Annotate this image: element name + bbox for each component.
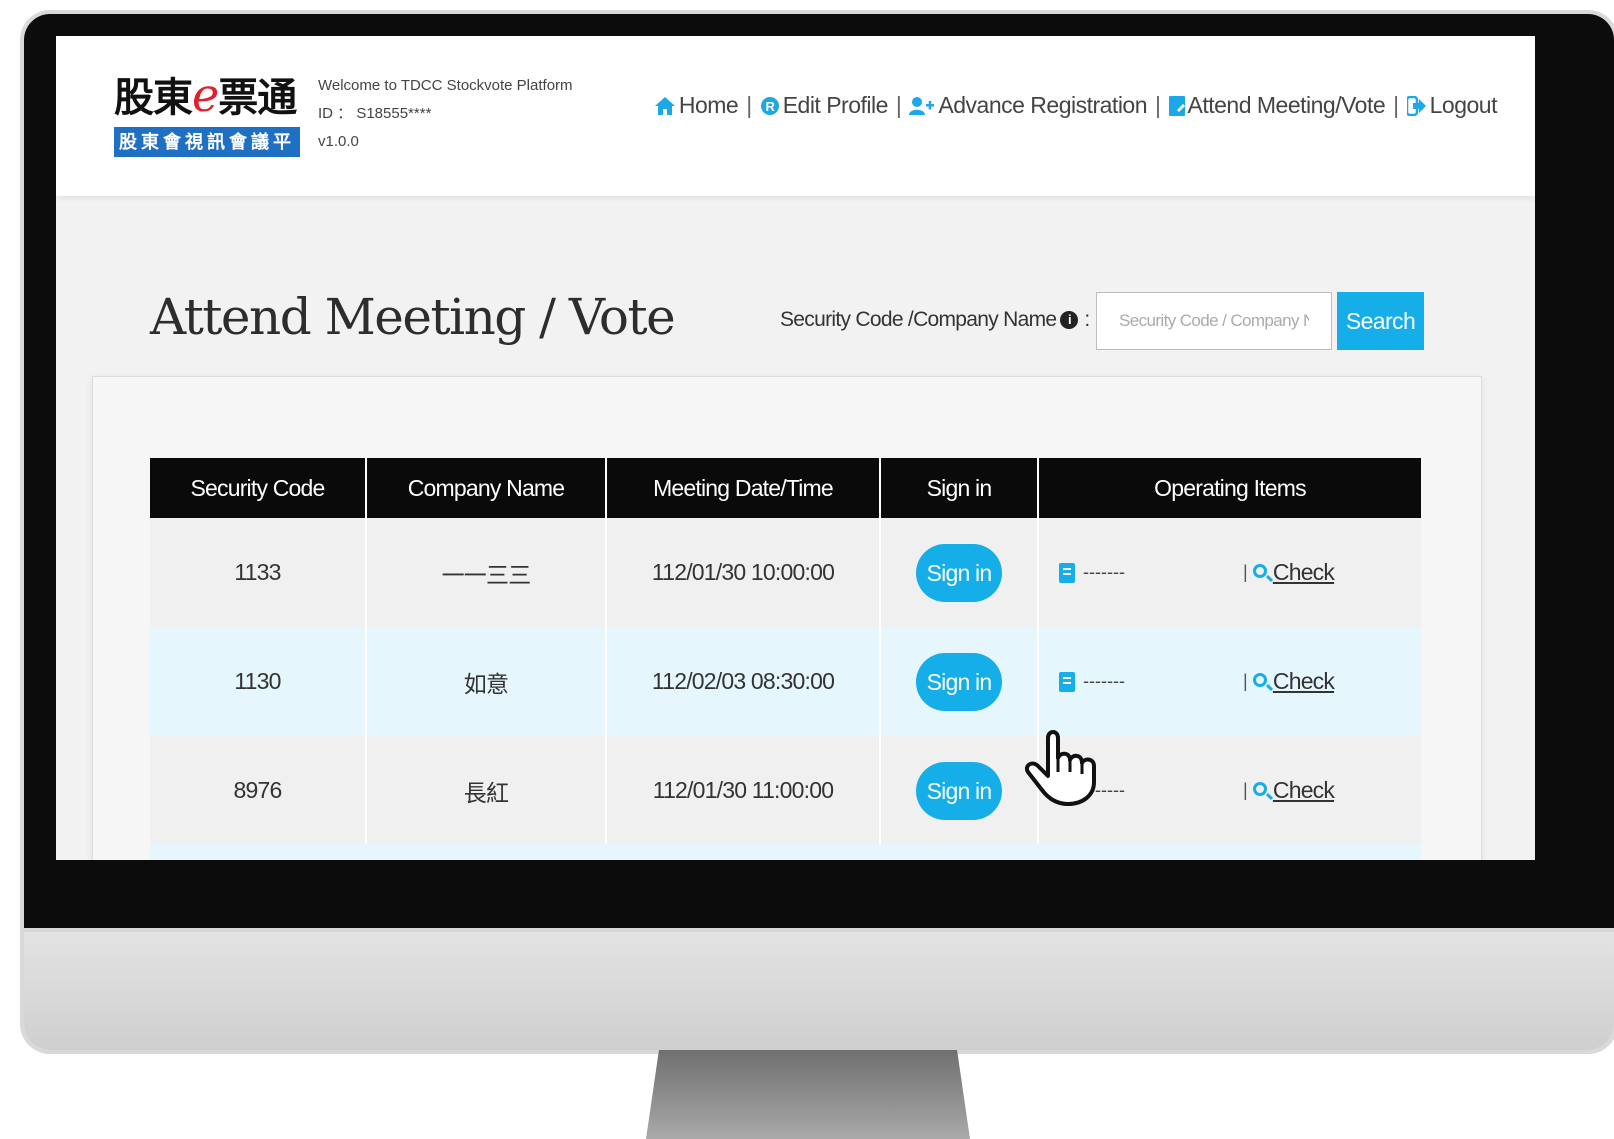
- site-header: 股東e票通 股東會視訊會議平台 Welcome to TDCC Stockvot…: [56, 36, 1535, 196]
- cell-company-name: 如意: [366, 627, 607, 736]
- svg-text:R: R: [765, 99, 775, 114]
- version: v1.0.0: [318, 133, 359, 150]
- logo-title: 股東e票通: [114, 68, 297, 122]
- header-security-code: Security Code: [150, 458, 367, 518]
- divider: |: [1243, 562, 1248, 582]
- table-row: 8976 長紅 112/01/30 11:00:00 Sign in -----…: [150, 736, 1421, 845]
- logout-icon: [1406, 95, 1426, 116]
- nav-logout-label: Logout: [1429, 92, 1498, 118]
- operating-items: ------- | Check: [1039, 668, 1421, 695]
- nav-edit-profile-label: Edit Profile: [782, 92, 889, 118]
- nav-home[interactable]: Home: [654, 92, 739, 119]
- sign-in-button[interactable]: Sign in: [916, 652, 1002, 711]
- check-label: Check: [1272, 559, 1335, 585]
- header-operating-items: Operating Items: [1038, 458, 1421, 518]
- meetings-table: Security Code Company Name Meeting Date/…: [150, 458, 1421, 845]
- cell-meeting-datetime: 112/01/30 10:00:00: [606, 518, 881, 627]
- check-label: Check: [1272, 668, 1335, 694]
- cell-sign-in: Sign in: [880, 736, 1039, 845]
- monitor-stand: [646, 1050, 970, 1139]
- cell-sign-in: Sign in: [880, 627, 1039, 736]
- search-icon: [1252, 672, 1267, 687]
- welcome-text: Welcome to TDCC Stockvote Platform: [318, 77, 573, 94]
- home-icon: [654, 96, 675, 115]
- cell-security-code: 1133: [150, 518, 367, 627]
- header-company-name: Company Name: [366, 458, 607, 518]
- check-link[interactable]: Check: [1252, 777, 1335, 804]
- cell-meeting-datetime: 112/01/30 11:00:00: [606, 736, 881, 845]
- search-icon: [1252, 563, 1267, 578]
- nav-logout[interactable]: Logout: [1406, 92, 1498, 119]
- search-icon: [1252, 781, 1267, 796]
- table-row: 1130 如意 112/02/03 08:30:00 Sign in -----…: [150, 627, 1421, 736]
- operating-status: -------: [1083, 562, 1125, 582]
- page-title: Attend Meeting / Vote: [150, 288, 676, 346]
- operating-status: -------: [1083, 671, 1125, 691]
- nav-separator: |: [1155, 92, 1161, 118]
- document-icon: [1059, 671, 1075, 692]
- search-input[interactable]: [1096, 292, 1332, 350]
- cell-company-name: 長紅: [366, 736, 607, 845]
- info-icon[interactable]: i: [1060, 311, 1079, 329]
- cell-security-code: 1130: [150, 627, 367, 736]
- divider: |: [1243, 780, 1248, 800]
- search-label-colon: :: [1084, 308, 1090, 331]
- pointer-hand-icon: [1025, 730, 1096, 806]
- header-sign-in: Sign in: [880, 458, 1039, 518]
- table-header-row: Security Code Company Name Meeting Date/…: [150, 458, 1421, 518]
- sign-in-button[interactable]: Sign in: [916, 761, 1002, 820]
- operating-items: ------- | Check: [1039, 559, 1421, 586]
- cell-meeting-datetime: 112/02/03 08:30:00: [606, 627, 881, 736]
- cell-sign-in: Sign in: [880, 518, 1039, 627]
- check-label: Check: [1272, 777, 1335, 803]
- table-row-partial: [150, 844, 1421, 860]
- nav-separator: |: [746, 92, 752, 118]
- document-icon: [1168, 95, 1185, 116]
- logo[interactable]: 股東e票通 股東會視訊會議平台: [114, 66, 300, 182]
- search-label-text: Security Code /Company Name: [780, 308, 1057, 331]
- check-link[interactable]: Check: [1252, 668, 1335, 695]
- nav-edit-profile[interactable]: R Edit Profile: [760, 92, 888, 119]
- sign-in-button[interactable]: Sign in: [916, 543, 1002, 602]
- user-id: ID ： S18555****: [318, 105, 432, 122]
- nav-advance-registration[interactable]: Advance Registration: [909, 92, 1148, 119]
- table-row: 1133 一一三三 112/01/30 10:00:00 Sign in ---…: [150, 518, 1421, 627]
- header-meeting-datetime: Meeting Date/Time: [606, 458, 881, 518]
- search-button[interactable]: Search: [1337, 292, 1424, 350]
- check-link[interactable]: Check: [1252, 559, 1335, 586]
- main-nav: Home | R Edit Profile | Advance Registra…: [654, 92, 1498, 119]
- screen: 股東e票通 股東會視訊會議平台 Welcome to TDCC Stockvot…: [56, 36, 1535, 860]
- search-label: Security Code /Company Name i :: [780, 308, 1090, 332]
- cell-company-name: 一一三三: [366, 518, 607, 627]
- document-icon: [1059, 562, 1075, 583]
- user-plus-icon: [909, 96, 935, 115]
- cell-security-code: 8976: [150, 736, 367, 845]
- logo-subtitle: 股東會視訊會議平台: [114, 127, 300, 182]
- nav-attend-meeting[interactable]: Attend Meeting/Vote: [1168, 92, 1386, 119]
- nav-home-label: Home: [678, 92, 739, 118]
- nav-separator: |: [895, 92, 902, 118]
- divider: |: [1243, 671, 1248, 691]
- nav-separator: |: [1393, 92, 1399, 118]
- cell-operating-items: ------- | Check: [1038, 518, 1421, 627]
- registered-icon: R: [760, 96, 779, 115]
- monitor-chin: [24, 932, 1614, 1050]
- welcome-block: Welcome to TDCC Stockvote Platform ID ： …: [318, 72, 573, 156]
- nav-attend-meeting-label: Attend Meeting/Vote: [1187, 92, 1386, 118]
- nav-advance-registration-label: Advance Registration: [938, 92, 1148, 118]
